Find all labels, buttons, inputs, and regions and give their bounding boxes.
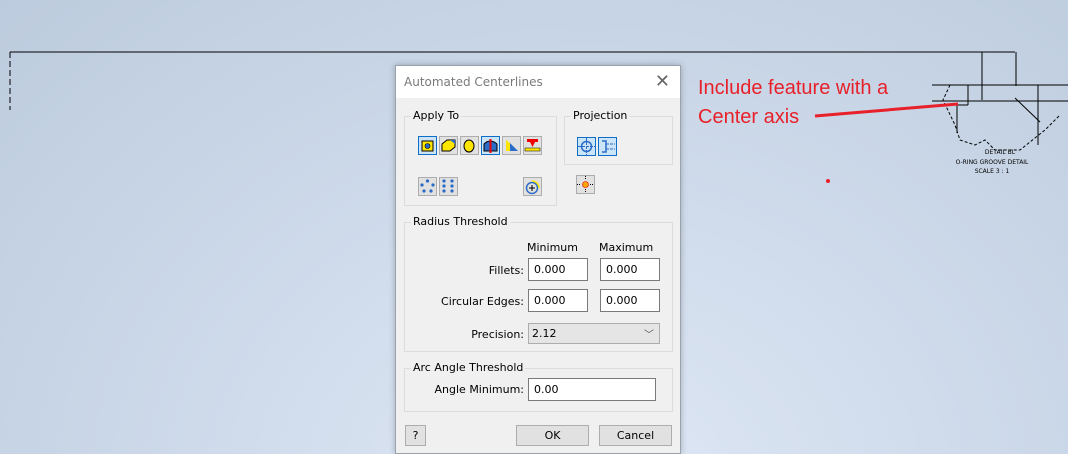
circular-edges-maximum-input[interactable]: 0.000 (600, 289, 660, 312)
detail-name: O-RING GROOVE DETAIL (956, 159, 1029, 166)
close-icon[interactable]: ✕ (655, 66, 670, 98)
annotation-line-2: Center axis (698, 106, 800, 128)
detail-scale: SCALE 3 : 1 (975, 168, 1010, 175)
ok-button[interactable]: OK (516, 425, 589, 446)
precision-value: 2.12 (532, 327, 557, 340)
annotation-line-1: Include feature with a (698, 77, 889, 99)
sketch-circle-icon[interactable] (523, 177, 542, 196)
center-point-icon[interactable] (576, 175, 595, 194)
cursor-dot (826, 179, 830, 183)
cancel-button[interactable]: Cancel (599, 425, 672, 446)
fillets-minimum-input[interactable]: 0.000 (528, 258, 588, 281)
circular-pattern-icon[interactable] (418, 177, 437, 196)
axis-normal-icon[interactable] (577, 137, 596, 156)
arc-angle-threshold-label: Arc Angle Threshold (411, 361, 526, 374)
rectangular-pattern-icon[interactable] (439, 177, 458, 196)
automated-centerlines-dialog: Automated Centerlines ✕ Apply To Project… (395, 65, 681, 454)
hole-feature-icon[interactable] (418, 136, 437, 155)
angle-minimum-input[interactable]: 0.00 (528, 378, 656, 401)
annotation-text: Include feature with a Center axis (698, 74, 888, 132)
revolved-feature-icon[interactable] (481, 136, 500, 155)
dialog-title-bar[interactable]: Automated Centerlines ✕ (396, 66, 680, 98)
help-icon[interactable]: ? (405, 425, 426, 446)
apply-to-label: Apply To (411, 109, 462, 122)
axis-parallel-icon[interactable] (598, 137, 617, 156)
angle-minimum-label: Angle Minimum: (434, 383, 524, 396)
apply-to-group: Apply To (404, 109, 557, 206)
projection-group: Projection (564, 109, 673, 165)
projection-label: Projection (571, 109, 630, 122)
chamfer-feature-icon[interactable] (502, 136, 521, 155)
precision-label: Precision: (471, 328, 524, 341)
fillets-label: Fillets: (488, 264, 524, 277)
maximum-header: Maximum (599, 241, 654, 254)
detail-title: DETAIL BL (985, 149, 1016, 156)
chevron-down-icon: ﹀ (644, 330, 654, 341)
radius-threshold-label: Radius Threshold (411, 215, 510, 228)
punch-feature-icon[interactable] (523, 136, 542, 155)
fillet-feature-icon[interactable] (439, 136, 458, 155)
cylindrical-feature-icon[interactable] (460, 136, 479, 155)
precision-select[interactable]: 2.12 ﹀ (528, 323, 660, 344)
dialog-title: Automated Centerlines (404, 75, 543, 89)
circular-edges-minimum-input[interactable]: 0.000 (528, 289, 588, 312)
circular-edges-label: Circular Edges: (441, 295, 524, 308)
arc-angle-threshold-group: Arc Angle Threshold Angle Minimum: 0.00 (404, 361, 673, 412)
minimum-header: Minimum (527, 241, 578, 254)
radius-threshold-group: Radius Threshold Minimum Maximum Fillets… (404, 215, 673, 352)
fillets-maximum-input[interactable]: 0.000 (600, 258, 660, 281)
